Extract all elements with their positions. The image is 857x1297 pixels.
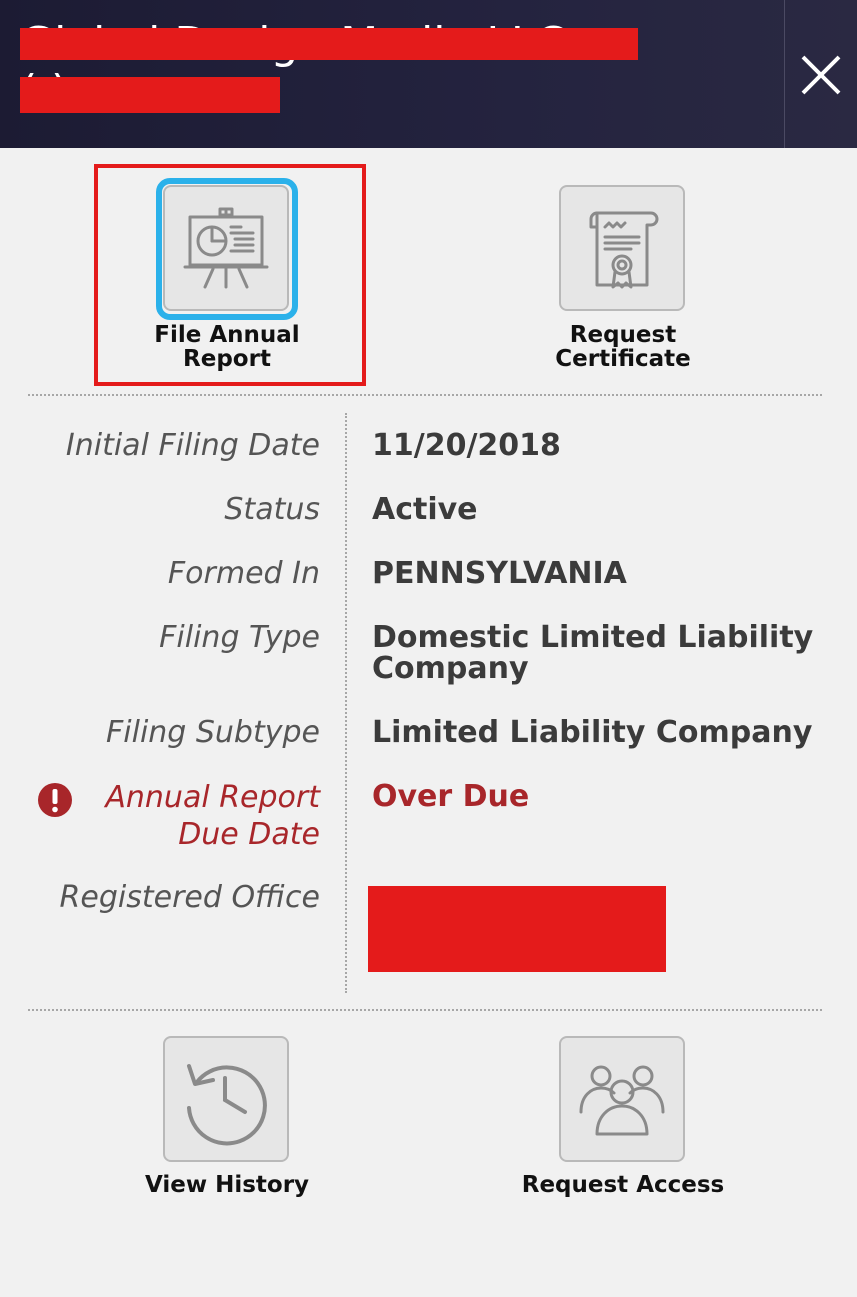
filing-type-label: Filing Type xyxy=(159,620,320,655)
redaction-bar xyxy=(368,886,666,972)
formed-in-label: Formed In xyxy=(167,556,320,591)
status-value: Active xyxy=(372,492,478,527)
divider-bottom xyxy=(28,1009,822,1011)
filing-type-value: Domestic Limited Liability Company xyxy=(372,620,814,686)
panel-header: Global Design Media LLC ( ) xyxy=(0,0,857,148)
column-divider xyxy=(345,413,347,993)
user-group-icon xyxy=(579,1065,665,1136)
formed-in-value: PENNSYLVANIA xyxy=(372,556,627,591)
registered-office-label: Registered Office xyxy=(59,880,320,915)
request-access-tile[interactable] xyxy=(559,1036,685,1162)
request-access-label[interactable]: Request Access xyxy=(503,1173,743,1197)
view-history-tile[interactable] xyxy=(163,1036,289,1162)
view-history-label[interactable]: View History xyxy=(107,1173,347,1197)
close-button[interactable] xyxy=(784,0,857,148)
status-label: Status xyxy=(224,492,320,527)
redaction-bar xyxy=(20,77,280,113)
initial-filing-date-label: Initial Filing Date xyxy=(65,428,320,463)
close-icon[interactable] xyxy=(799,53,843,97)
filing-subtype-value: Limited Liability Company xyxy=(372,715,813,750)
request-certificate-label[interactable]: Request Certificate xyxy=(503,323,743,371)
file-annual-report-label[interactable]: File Annual Report xyxy=(107,323,347,371)
annual-report-due-date-label: Annual Report Due Date xyxy=(105,780,320,852)
file-annual-report-tile[interactable] xyxy=(163,185,289,311)
filing-subtype-label: Filing Subtype xyxy=(106,715,320,750)
divider-top xyxy=(28,394,822,396)
history-clock-icon xyxy=(187,1064,267,1146)
request-certificate-tile[interactable] xyxy=(559,185,685,311)
redaction-bar xyxy=(20,28,638,60)
presentation-board-icon xyxy=(183,207,269,289)
initial-filing-date-value: 11/20/2018 xyxy=(372,428,561,463)
annual-report-due-date-value: Over Due xyxy=(372,779,530,814)
certificate-scroll-icon xyxy=(589,211,659,289)
